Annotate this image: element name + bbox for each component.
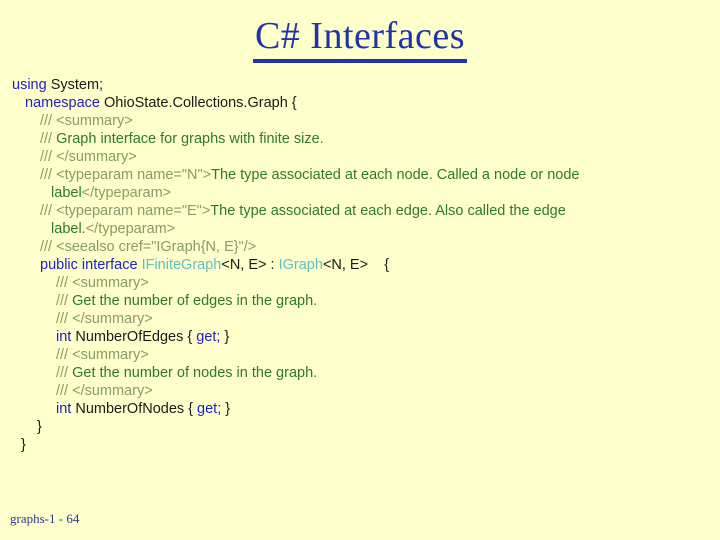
close-brace-namespace: } — [21, 437, 26, 453]
doc-slashes: /// — [56, 365, 73, 381]
inherit-colon: : — [266, 257, 279, 273]
doc-tag: /// <summary> — [40, 113, 133, 129]
generic-params-2: <N, E> — [322, 257, 369, 273]
page-title: C# Interfaces — [252, 14, 468, 63]
doc-tag: /// <summary> — [56, 275, 149, 291]
code-line-interface-decl: public interface IFiniteGraph<N, E> : IG… — [0, 256, 720, 274]
keyword-get: get; — [197, 401, 222, 417]
doc-text-wrap: label — [47, 185, 82, 201]
doc-text: Get the number of nodes in the graph. — [72, 365, 318, 381]
doc-tag: /// </summary> — [40, 149, 137, 165]
keyword-int: int — [56, 329, 76, 345]
code-line-summary-open-1: /// <summary> — [0, 112, 720, 130]
keyword-using: using — [12, 77, 51, 93]
doc-tag-close: </typeparam> — [85, 221, 176, 237]
code-line-close-namespace: } — [0, 436, 720, 454]
property-name-edges: NumberOfEdges { — [75, 329, 197, 345]
slide-footer: graphs-1 - 64 — [10, 511, 80, 526]
doc-slashes: /// — [40, 131, 57, 147]
code-line-summary-text-1: /// Graph interface for graphs with fini… — [0, 130, 720, 148]
doc-text: The type associated at each node. Called… — [211, 167, 580, 183]
doc-text: The type associated at each edge. Also c… — [210, 203, 566, 219]
keyword-public-interface: public interface — [40, 257, 142, 273]
close-brace: } — [221, 401, 231, 417]
code-line-typeparam-e-wrap: label.</typeparam> — [0, 220, 720, 238]
doc-text: Get the number of edges in the graph. — [72, 293, 318, 309]
keyword-namespace: namespace — [25, 95, 104, 111]
keyword-get: get; — [196, 329, 221, 345]
code-line-number-of-nodes: int NumberOfNodes { get; } — [0, 400, 720, 418]
doc-tag: /// <seealso cref="IGraph{N, E}"/> — [40, 239, 257, 255]
slide-canvas: C# Interfaces using System; namespace Oh… — [0, 0, 720, 540]
code-line-using: using System; — [0, 76, 720, 94]
doc-text: Graph interface for graphs with finite s… — [56, 131, 324, 147]
doc-tag: /// <summary> — [56, 347, 149, 363]
type-igraph: IGraph — [278, 257, 323, 273]
code-line-close-interface: } — [0, 418, 720, 436]
property-name-nodes: NumberOfNodes { — [75, 401, 198, 417]
code-line-summary-close-2: /// </summary> — [0, 310, 720, 328]
doc-tag: /// <typeparam name="N"> — [40, 167, 212, 183]
doc-tag: /// </summary> — [56, 311, 153, 327]
code-line-summary-close-1: /// </summary> — [0, 148, 720, 166]
keyword-int: int — [56, 401, 76, 417]
doc-tag-close: </typeparam> — [81, 185, 172, 201]
code-line-summary-open-2: /// <summary> — [0, 274, 720, 292]
generic-params-1: <N, E> — [221, 257, 267, 273]
doc-slashes: /// — [56, 293, 73, 309]
code-line-typeparam-n: /// <typeparam name="N">The type associa… — [0, 166, 720, 184]
code-line-typeparam-e: /// <typeparam name="E">The type associa… — [0, 202, 720, 220]
slide-title-area: C# Interfaces — [0, 14, 720, 63]
type-ifinitegraph: IFiniteGraph — [141, 257, 222, 273]
doc-tag: /// <typeparam name="E"> — [40, 203, 211, 219]
code-line-summary-close-3: /// </summary> — [0, 382, 720, 400]
open-brace: { — [368, 257, 390, 273]
code-line-summary-open-3: /// <summary> — [0, 346, 720, 364]
code-line-number-of-edges: int NumberOfEdges { get; } — [0, 328, 720, 346]
close-brace: } — [220, 329, 230, 345]
code-line-seealso: /// <seealso cref="IGraph{N, E}"/> — [0, 238, 720, 256]
code-line-namespace: namespace OhioState.Collections.Graph { — [0, 94, 720, 112]
doc-text-wrap: label. — [47, 221, 86, 237]
code-line-summary-text-2: /// Get the number of edges in the graph… — [0, 292, 720, 310]
code-line-summary-text-3: /// Get the number of nodes in the graph… — [0, 364, 720, 382]
namespace-name: OhioState.Collections.Graph { — [104, 95, 297, 111]
doc-tag: /// </summary> — [56, 383, 153, 399]
code-line-typeparam-n-wrap: label</typeparam> — [0, 184, 720, 202]
code-block: using System; namespace OhioState.Collec… — [0, 76, 720, 454]
using-target: System; — [50, 77, 104, 93]
close-brace-interface: } — [37, 419, 42, 435]
